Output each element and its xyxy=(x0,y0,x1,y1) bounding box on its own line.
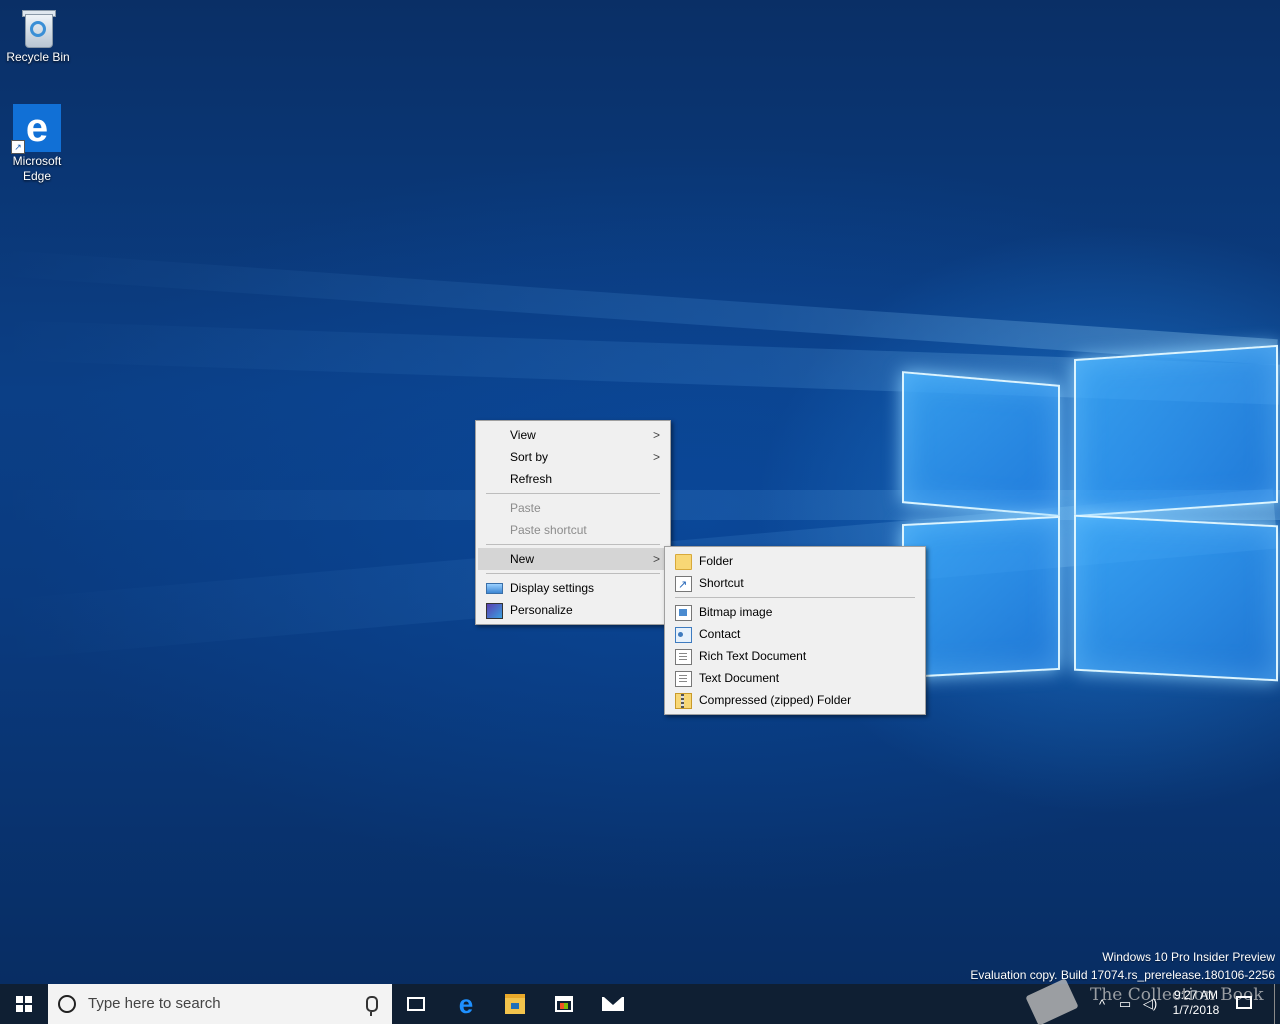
clock-time: 9:27 AM xyxy=(1173,988,1219,1002)
submenu-item-shortcut[interactable]: Shortcut xyxy=(667,572,923,596)
menu-item-label: Paste xyxy=(510,501,541,515)
task-view-button[interactable] xyxy=(392,984,440,1024)
taskbar-mail-button[interactable] xyxy=(589,984,637,1024)
menu-item-label: Personalize xyxy=(510,603,573,617)
text-document-icon xyxy=(675,671,692,687)
menu-item-new[interactable]: New > xyxy=(478,548,668,570)
display-icon xyxy=(486,583,503,594)
edge-icon: e xyxy=(458,988,474,1019)
book-watermark-icon xyxy=(1025,978,1079,1026)
file-explorer-icon xyxy=(505,994,525,1014)
chevron-right-icon: > xyxy=(652,428,660,442)
submenu-item-label: Text Document xyxy=(699,671,780,685)
menu-item-label: Paste shortcut xyxy=(510,523,587,537)
menu-separator xyxy=(486,573,660,574)
menu-item-label: New xyxy=(510,552,535,566)
menu-item-display-settings[interactable]: Display settings xyxy=(478,577,668,599)
volume-icon[interactable]: ◁) xyxy=(1140,984,1160,1024)
menu-separator xyxy=(486,544,660,545)
menu-item-personalize[interactable]: Personalize xyxy=(478,599,668,621)
new-submenu: Folder Shortcut Bitmap image Contact Ric… xyxy=(664,546,926,715)
menu-item-paste: Paste xyxy=(478,497,668,519)
submenu-item-label: Compressed (zipped) Folder xyxy=(699,693,852,707)
menu-item-refresh[interactable]: Refresh xyxy=(478,468,668,490)
edge-icon: e ↗ xyxy=(11,104,61,154)
chevron-right-icon: > xyxy=(652,450,660,464)
menu-item-label: Display settings xyxy=(510,581,595,595)
submenu-item-label: Shortcut xyxy=(699,576,744,590)
edge-label-line2: Edge xyxy=(22,169,52,183)
menu-separator xyxy=(675,597,915,598)
desktop-icon-edge[interactable]: e ↗ Microsoft Edge xyxy=(0,100,75,184)
taskbar-file-explorer-button[interactable] xyxy=(491,984,539,1024)
contact-icon xyxy=(675,627,692,643)
recycle-bin-icon xyxy=(21,8,56,48)
taskbar: Type here to search e The Collection Boo… xyxy=(0,978,1280,1026)
folder-icon xyxy=(675,554,692,570)
zip-folder-icon xyxy=(675,693,692,709)
submenu-item-label: Contact xyxy=(699,627,741,641)
menu-item-sort-by[interactable]: Sort by > xyxy=(478,446,668,468)
store-icon xyxy=(555,996,573,1012)
search-placeholder: Type here to search xyxy=(88,995,221,1012)
submenu-item-label: Bitmap image xyxy=(699,605,773,619)
submenu-item-contact[interactable]: Contact xyxy=(667,623,923,645)
submenu-item-folder[interactable]: Folder xyxy=(667,550,923,572)
rich-text-icon xyxy=(675,649,692,665)
windows-logo-pane xyxy=(1074,344,1278,518)
edge-label-line1: Microsoft xyxy=(12,154,62,168)
evaluation-watermark-line2: Evaluation copy. Build 17074.rs_prerelea… xyxy=(970,968,1275,982)
chevron-right-icon: > xyxy=(652,552,660,566)
recycle-bin-label: Recycle Bin xyxy=(6,50,70,64)
cortana-icon xyxy=(58,995,76,1013)
menu-separator xyxy=(486,493,660,494)
submenu-item-bitmap-image[interactable]: Bitmap image xyxy=(667,601,923,623)
desktop-context-menu: View > Sort by > Refresh Paste Paste sho… xyxy=(475,420,671,625)
menu-item-label: Refresh xyxy=(510,472,553,486)
action-center-icon[interactable] xyxy=(1236,996,1252,1009)
personalize-icon xyxy=(486,603,503,619)
tray-chevron-icon[interactable]: ^ xyxy=(1094,984,1110,1024)
desktop[interactable]: Recycle Bin e ↗ Microsoft Edge View > So… xyxy=(0,0,1280,984)
task-view-icon xyxy=(407,997,425,1011)
windows-logo-icon xyxy=(16,996,32,1012)
bitmap-icon xyxy=(675,605,692,621)
menu-item-label: View xyxy=(510,428,536,442)
taskbar-store-button[interactable] xyxy=(540,984,588,1024)
menu-item-label: Sort by xyxy=(510,450,549,464)
shortcut-icon xyxy=(675,574,692,596)
submenu-item-zip-folder[interactable]: Compressed (zipped) Folder xyxy=(667,689,923,711)
start-button[interactable] xyxy=(0,984,48,1024)
windows-logo-pane xyxy=(902,371,1060,517)
clock-date: 1/7/2018 xyxy=(1172,1003,1220,1017)
menu-item-paste-shortcut: Paste shortcut xyxy=(478,519,668,541)
mail-icon xyxy=(602,997,624,1011)
submenu-item-label: Rich Text Document xyxy=(699,649,807,663)
show-desktop-button[interactable] xyxy=(1274,984,1275,1024)
windows-logo-pane xyxy=(1074,514,1278,682)
search-box[interactable]: Type here to search xyxy=(48,984,392,1024)
taskbar-edge-button[interactable]: e xyxy=(442,984,490,1024)
microphone-icon[interactable] xyxy=(366,996,378,1016)
network-icon[interactable]: ▭ xyxy=(1116,984,1134,1024)
submenu-item-rich-text[interactable]: Rich Text Document xyxy=(667,645,923,667)
clock[interactable]: 9:27 AM 1/7/2018 xyxy=(1166,988,1226,1018)
submenu-item-text-document[interactable]: Text Document xyxy=(667,667,923,689)
desktop-icon-recycle-bin[interactable]: Recycle Bin xyxy=(0,0,76,65)
evaluation-watermark-line1: Windows 10 Pro Insider Preview xyxy=(1102,950,1275,964)
menu-item-view[interactable]: View > xyxy=(478,424,668,446)
submenu-item-label: Folder xyxy=(699,554,734,568)
shortcut-arrow-icon: ↗ xyxy=(11,140,25,154)
